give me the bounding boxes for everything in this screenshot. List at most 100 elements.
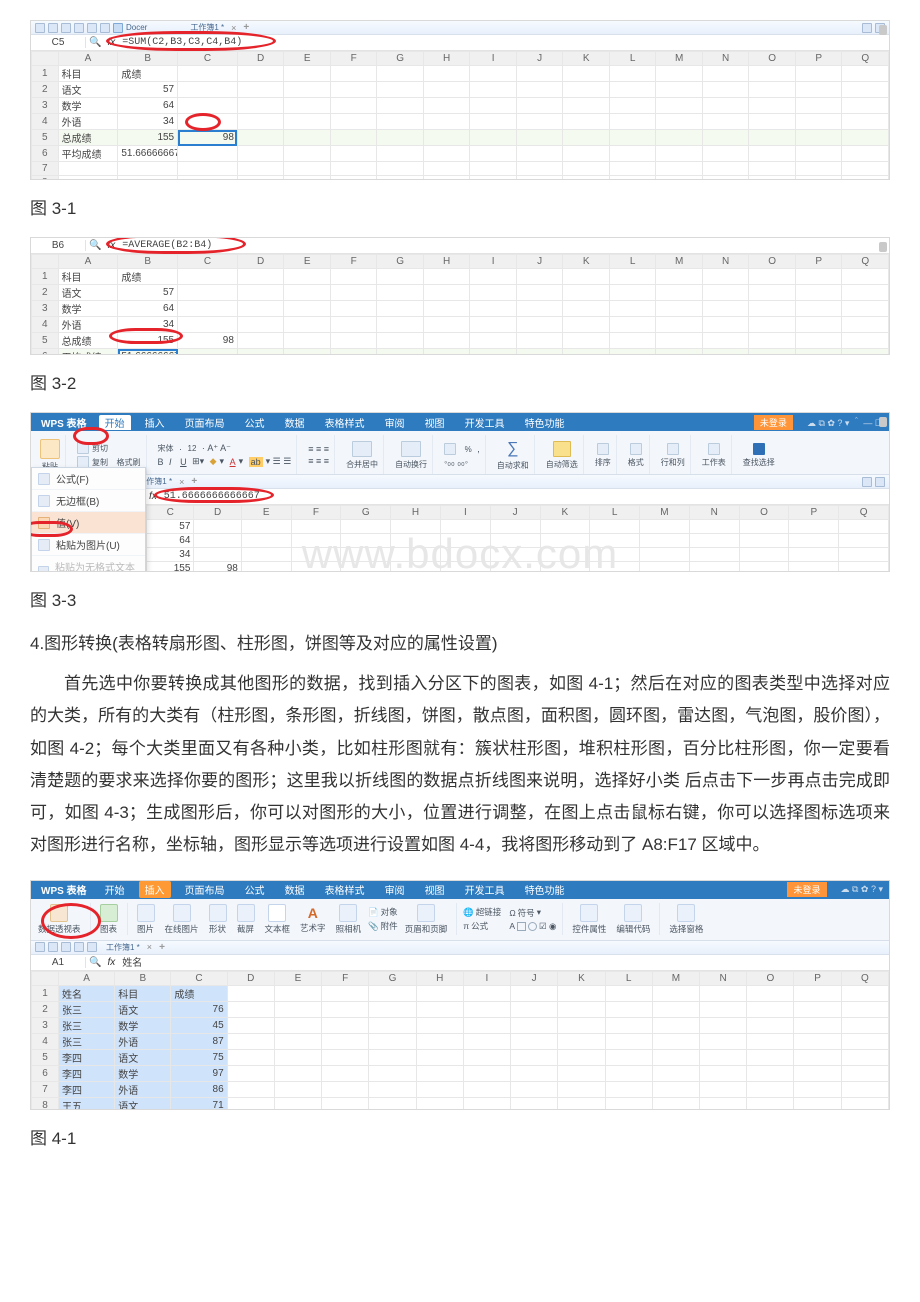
formula-input[interactable]: =SUM(C2,B3,C3,C4,B4) (118, 37, 889, 48)
shape-icon[interactable] (209, 904, 227, 922)
login-button[interactable]: 未登录 (787, 882, 826, 897)
fx-icon[interactable]: fx (104, 37, 118, 48)
name-box[interactable]: C5 (31, 37, 86, 48)
tab-formula[interactable]: 公式 (239, 415, 271, 430)
online-pic-icon[interactable] (173, 904, 191, 922)
view-mode-icon[interactable] (862, 23, 872, 33)
format-icon[interactable] (630, 443, 642, 455)
spreadsheet-grid[interactable]: ABCDEFGHIJKLMNOPQ1姓名科目成绩2张三语文763张三数学454张… (31, 971, 889, 1110)
workbook-tab[interactable]: 工作簿1 * (190, 22, 224, 33)
shapes-row[interactable]: A ☑ ◉ (509, 921, 556, 932)
tab-view[interactable]: 视图 (419, 415, 451, 430)
save-icon[interactable] (61, 23, 71, 33)
close-tab-icon-2[interactable]: × (179, 477, 184, 487)
rowcol-icon[interactable] (667, 443, 679, 455)
chart-icon[interactable] (100, 904, 118, 922)
name-box[interactable]: A1 (31, 957, 86, 968)
percent-label[interactable]: % (465, 445, 472, 454)
formula-input[interactable]: 姓名 (118, 954, 889, 970)
paste-dropdown[interactable]: 公式(F)无边框(B)值(V)粘贴为图片(U)粘贴为无格式文本(Y)选择性粘贴(… (31, 467, 146, 572)
wrap-icon[interactable] (401, 441, 421, 457)
window-controls[interactable]: ☁ ⧉ ✿ ? ▾ (841, 884, 884, 895)
fn-lookup-icon[interactable]: 🔍 (86, 240, 104, 251)
wordart-icon[interactable]: A (308, 905, 318, 921)
tab-home[interactable]: 开始 (99, 415, 131, 430)
tab-formula[interactable]: 公式 (239, 882, 271, 897)
tab-dev[interactable]: 开发工具 (459, 415, 511, 430)
docer-icon[interactable] (113, 23, 123, 33)
paste-icon[interactable] (40, 439, 60, 459)
new-icon[interactable] (35, 942, 45, 952)
new-icon[interactable] (35, 23, 45, 33)
tab-review[interactable]: 审阅 (379, 882, 411, 897)
spreadsheet-grid[interactable]: CDEFGHIJKLMNOPQ576434155987 (146, 505, 889, 572)
workbook-tab[interactable]: 工作簿1 * (106, 942, 140, 953)
formula-input[interactable]: 51.6666666666667 (160, 491, 889, 502)
hyperlink-button[interactable]: 🌐 超链接 (463, 906, 501, 918)
edit-code-icon[interactable] (624, 904, 642, 922)
save-icon[interactable] (61, 942, 71, 952)
tab-home[interactable]: 开始 (99, 882, 131, 897)
add-tab-icon[interactable]: + (159, 942, 165, 953)
align-buttons[interactable]: ≡ ≡ ≡ (308, 444, 329, 454)
view-mode-icon[interactable] (862, 477, 872, 487)
camera-icon[interactable] (339, 904, 357, 922)
number-format-icon[interactable] (444, 443, 456, 455)
undo-icon[interactable] (87, 23, 97, 33)
screenshot-icon[interactable] (237, 904, 255, 922)
sort-icon[interactable] (597, 443, 609, 455)
select-pane-icon[interactable] (677, 904, 695, 922)
tab-tablestyle[interactable]: 表格样式 (319, 882, 371, 897)
undo-icon[interactable] (87, 942, 97, 952)
add-tab-icon[interactable]: + (243, 22, 249, 33)
paste-option[interactable]: 粘贴为无格式文本(Y) (32, 556, 145, 572)
redo-icon[interactable] (100, 23, 110, 33)
decimal-buttons[interactable]: ◦₀₀ ₀₀◦ (444, 457, 468, 467)
fx-icon[interactable]: fx (104, 240, 118, 251)
tab-insert[interactable]: 插入 (139, 881, 171, 898)
attach-button[interactable]: 📎 附件 (368, 920, 398, 932)
header-footer-icon[interactable] (417, 904, 435, 922)
fx-icon[interactable]: fx (104, 957, 118, 968)
find-icon[interactable] (753, 443, 765, 455)
paste-option[interactable]: 粘贴为图片(U) (32, 534, 145, 556)
tab-feature[interactable]: 特色功能 (519, 415, 571, 430)
fx-icon[interactable]: fx (146, 491, 160, 502)
docer-tab[interactable]: Docer (126, 23, 147, 32)
login-button[interactable]: 未登录 (754, 415, 793, 430)
tab-dev[interactable]: 开发工具 (459, 882, 511, 897)
tab-data[interactable]: 数据 (279, 882, 311, 897)
tab-layout[interactable]: 页面布局 (179, 415, 231, 430)
sheet-icon[interactable] (708, 443, 720, 455)
font-style-buttons[interactable]: B I U ⊞▾ ◆▾ A▾ ab▾ ☰ ☰ (158, 456, 292, 467)
symbol-button[interactable]: Ω 符号 ▾ (509, 907, 556, 919)
object-button[interactable]: 📄 对象 (368, 906, 398, 918)
equation-button[interactable]: π 公式 (463, 920, 501, 932)
tab-tablestyle[interactable]: 表格样式 (319, 415, 371, 430)
fn-lookup-icon[interactable]: 🔍 (86, 957, 104, 968)
print-icon[interactable] (74, 942, 84, 952)
close-tab-icon[interactable]: × (231, 23, 236, 33)
add-tab-icon[interactable]: + (191, 476, 197, 487)
tab-data[interactable]: 数据 (279, 415, 311, 430)
pivot-icon[interactable] (50, 904, 68, 922)
sigma-icon[interactable]: ∑ (507, 440, 518, 458)
format-brush-label[interactable]: 格式刷 (117, 457, 141, 468)
picture-icon[interactable] (137, 904, 155, 922)
print-icon[interactable] (74, 23, 84, 33)
merge-icon[interactable] (352, 441, 372, 457)
paste-option[interactable]: 公式(F) (32, 468, 145, 490)
tab-view[interactable]: 视图 (419, 882, 451, 897)
paste-option[interactable]: 值(V) (32, 512, 145, 534)
textbox-icon[interactable] (268, 904, 286, 922)
open-icon[interactable] (48, 942, 58, 952)
filter-icon[interactable] (553, 441, 571, 457)
paste-option[interactable]: 无边框(B) (32, 490, 145, 512)
tab-review[interactable]: 审阅 (379, 415, 411, 430)
tab-layout[interactable]: 页面布局 (179, 882, 231, 897)
spreadsheet-grid[interactable]: ABCDEFGHIJKLMNOPQ1科目成绩2语文573数学644外语345总成… (31, 51, 889, 180)
tab-feature[interactable]: 特色功能 (519, 882, 571, 897)
tab-insert[interactable]: 插入 (139, 415, 171, 430)
spreadsheet-grid[interactable]: ABCDEFGHIJKLMNOPQ1科目成绩2语文573数学644外语345总成… (31, 254, 889, 355)
font-size[interactable]: 12 (188, 444, 197, 453)
